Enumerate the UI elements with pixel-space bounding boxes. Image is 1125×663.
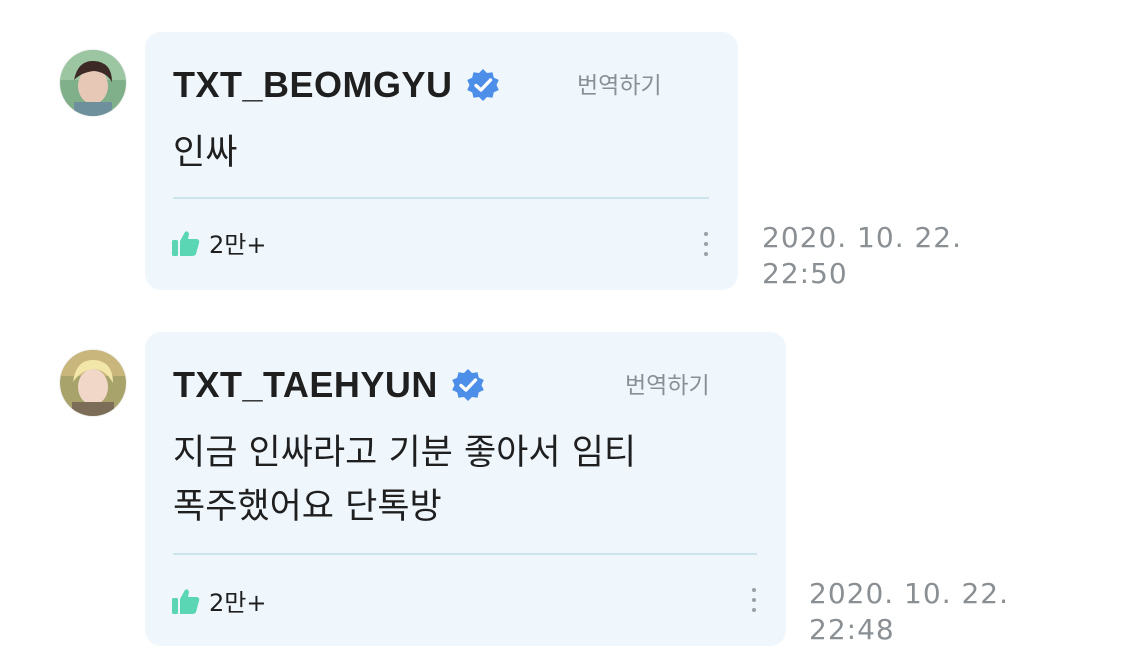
author-avatar[interactable] [60, 50, 126, 116]
thumbs-up-icon [171, 228, 201, 258]
timestamp-time: 22:48 [809, 613, 895, 646]
thumbs-up-icon [171, 586, 201, 616]
author-row: TXT_TAEHYUN [173, 364, 486, 406]
like-count: 2만+ [209, 589, 267, 617]
more-options-icon[interactable] [703, 232, 709, 260]
comment-message: 지금 인싸라고 기분 좋아서 임티 폭주했어요 단톡방 [173, 433, 637, 527]
divider [173, 553, 757, 555]
timestamp: 2020. 10. 22. 22:48 [809, 576, 1009, 648]
timestamp-date: 2020. 10. 22. [809, 577, 1010, 610]
timestamp: 2020. 10. 22. 22:50 [762, 220, 962, 292]
comment-bubble: TXT_TAEHYUN 번역하기 지금 인싸라고 기분 좋아서 임티 폭주했어요… [145, 332, 786, 646]
author-name[interactable]: TXT_BEOMGYU [173, 64, 453, 106]
timestamp-time: 22:50 [762, 257, 848, 290]
verified-badge-icon [450, 367, 486, 403]
author-avatar[interactable] [60, 350, 126, 416]
comment-bubble: TXT_BEOMGYU 번역하기 인싸 2만+ [145, 32, 738, 290]
translate-link[interactable]: 번역하기 [625, 366, 710, 400]
comment-message: 인싸 [173, 133, 238, 173]
author-row: TXT_BEOMGYU [173, 64, 501, 106]
comment-footer: 2만+ [171, 225, 266, 260]
divider [173, 197, 709, 199]
like-button[interactable]: 2만+ [171, 583, 266, 618]
more-options-icon[interactable] [751, 588, 757, 616]
like-button[interactable]: 2만+ [171, 225, 266, 260]
comment-feed: TXT_BEOMGYU 번역하기 인싸 2만+ 2020. 10. 22. 22… [0, 0, 1125, 663]
author-name[interactable]: TXT_TAEHYUN [173, 364, 438, 406]
timestamp-date: 2020. 10. 22. [762, 221, 963, 254]
like-count: 2만+ [209, 231, 267, 259]
verified-badge-icon [465, 67, 501, 103]
translate-link[interactable]: 번역하기 [577, 66, 662, 100]
comment-footer: 2만+ [171, 583, 266, 618]
